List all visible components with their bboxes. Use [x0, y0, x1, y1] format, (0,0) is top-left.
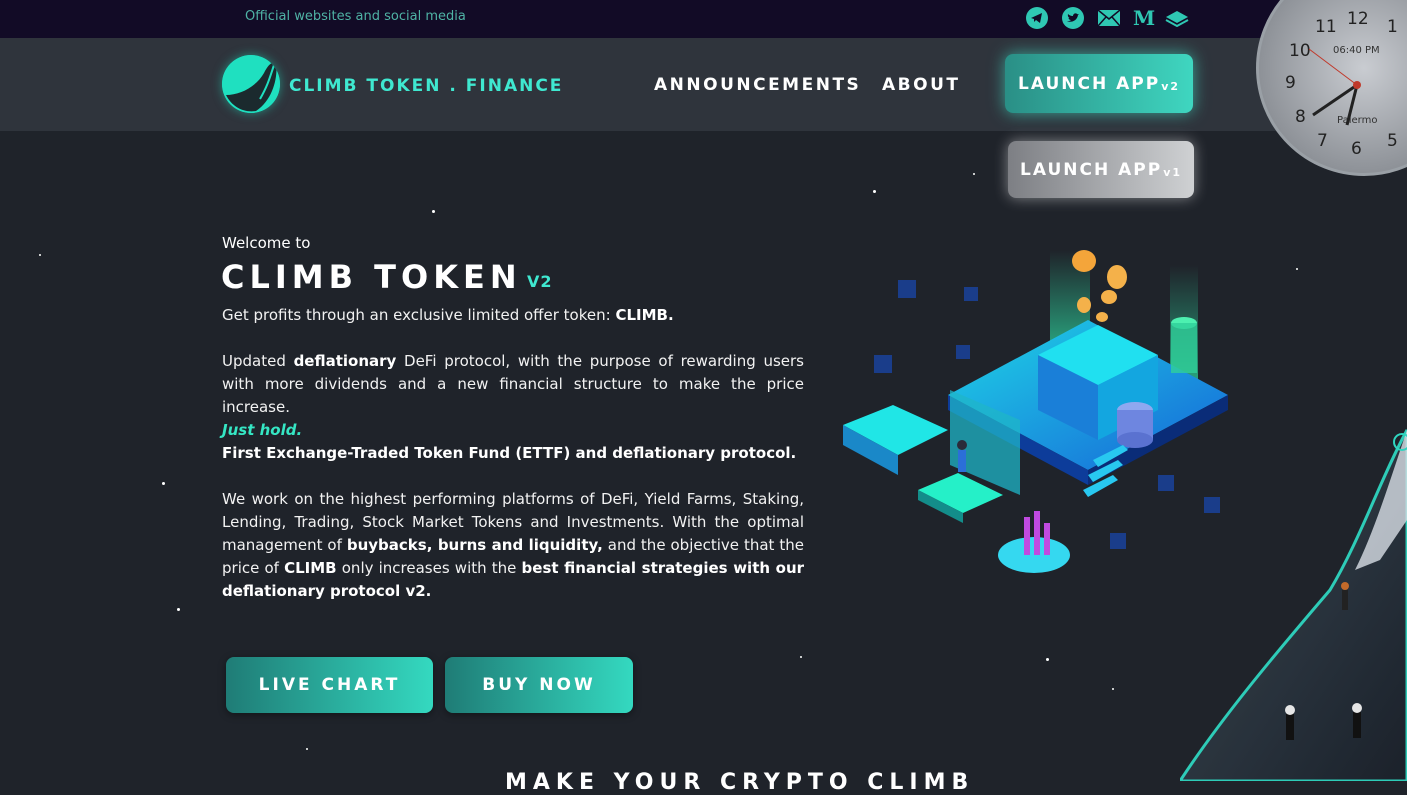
- star-decoration: [39, 254, 41, 256]
- top-bar: Official websites and social media M: [0, 0, 1407, 38]
- desc-text-a: Updated: [222, 352, 294, 370]
- star-decoration: [162, 482, 165, 485]
- launch-v2-version: v2: [1161, 80, 1181, 93]
- star-decoration: [1296, 268, 1298, 270]
- star-decoration: [873, 190, 876, 193]
- intro-text: Get profits through an exclusive limited…: [222, 306, 616, 324]
- star-decoration: [177, 608, 180, 611]
- logo-text[interactable]: CLIMB TOKEN . FINANCE: [289, 76, 563, 96]
- nav-about[interactable]: ABOUT: [882, 75, 960, 95]
- telegram-icon[interactable]: [1026, 6, 1048, 30]
- twitter-icon[interactable]: [1062, 6, 1084, 30]
- launch-app-v2-button[interactable]: LAUNCH APP v2: [1005, 54, 1193, 113]
- star-decoration: [973, 173, 975, 175]
- hero-intro: Get profits through an exclusive limited…: [222, 304, 804, 327]
- star-decoration: [800, 656, 802, 658]
- star-decoration: [432, 210, 435, 213]
- star-decoration: [1112, 688, 1114, 690]
- star-decoration: [1046, 658, 1049, 661]
- clock-hands: [1308, 48, 1361, 126]
- nav-announcements[interactable]: ANNOUNCEMENTS: [654, 75, 861, 95]
- desc-bold: deflationary: [293, 352, 397, 370]
- desktop-clock-widget[interactable]: 12 11 1 10 9 8 7 6 5 06:40 PM Palermo: [1256, 0, 1407, 176]
- topbar-caption: Official websites and social media: [245, 9, 466, 24]
- platforms-text-c: only increases with the: [336, 559, 522, 577]
- launch-v1-label: LAUNCH APP: [1019, 159, 1163, 180]
- hero-description: Updated deflationary DeFi protocol, with…: [222, 350, 804, 465]
- intro-bold: CLIMB.: [615, 306, 674, 324]
- hero-platforms: We work on the highest performing platfo…: [222, 488, 804, 603]
- live-chart-button[interactable]: LIVE CHART: [226, 657, 433, 713]
- hero-version: V2: [527, 272, 553, 291]
- launch-v1-version: v1: [1163, 166, 1183, 179]
- platforms-bold-2: CLIMB: [284, 559, 337, 577]
- logo-icon[interactable]: [222, 55, 280, 113]
- isometric-defi-illustration: [843, 250, 1228, 573]
- mountain-climbers-illustration: [1180, 429, 1407, 781]
- section-heading: MAKE YOUR CRYPTO CLIMB: [505, 770, 975, 795]
- just-hold-text: Just hold.: [222, 421, 303, 439]
- launch-v2-label: LAUNCH APP: [1017, 73, 1161, 94]
- star-decoration: [306, 748, 308, 750]
- medium-icon[interactable]: M: [1133, 6, 1155, 30]
- platforms-bold-1: buybacks, burns and liquidity,: [346, 536, 603, 554]
- hero-title: CLIMB TOKEN: [221, 258, 522, 296]
- ettf-text: First Exchange-Traded Token Fund (ETTF) …: [222, 444, 797, 462]
- email-icon[interactable]: [1098, 6, 1120, 30]
- buy-now-button[interactable]: BUY NOW: [445, 657, 633, 713]
- gitbook-icon[interactable]: [1165, 6, 1189, 30]
- launch-app-v1-button[interactable]: LAUNCH APP v1: [1008, 141, 1194, 198]
- hero-welcome: Welcome to: [222, 234, 311, 252]
